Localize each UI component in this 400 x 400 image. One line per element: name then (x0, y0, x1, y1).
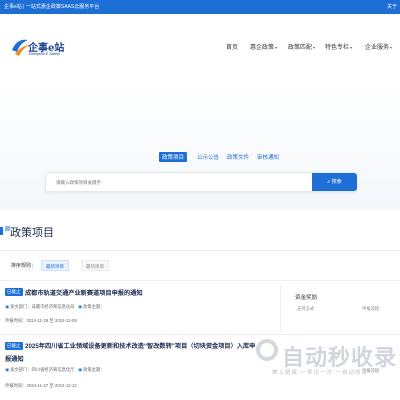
status-badge: 已截止 (5, 288, 23, 296)
search-icon: ⌕ (327, 179, 331, 185)
nav-enterprise-services[interactable]: 企业服务▾ (365, 42, 392, 51)
theme-meta: ▣政策主题： (78, 367, 105, 373)
about-link[interactable]: 关于 (387, 0, 397, 14)
tab-policy-documents[interactable]: 政策文件 (227, 153, 249, 161)
policy-title[interactable]: 2025年四川省工业领域设备更新和技术改造“智改数转”项目（切块资金项目）入库申 (25, 341, 255, 350)
policy-title-continued[interactable]: 报通知 (5, 354, 24, 363)
watermark: 自动秒收录 做上链接 一来访一次 一自动收录 (256, 335, 400, 385)
date-meta: 申报时间：2024-11-29 至 2024-12-09 (5, 318, 77, 324)
apply-process-link[interactable]: 申报流程 (362, 306, 379, 312)
nav-label: 首页 (226, 45, 239, 51)
sort-hottest-button[interactable]: 最热项目 (81, 260, 109, 271)
nav-policy-match[interactable]: 政策匹配▾ (288, 42, 315, 51)
meta-label: 申报时间： (5, 318, 27, 323)
meta-value: 成都市经济和信息化局 (31, 304, 75, 309)
chevron-down-icon: ▾ (390, 45, 393, 50)
nav-home[interactable]: 首页 (226, 42, 238, 51)
watermark-slogan: 做上链接 一来访一次 一自动收录 (272, 370, 369, 376)
meta-value: 四川省经济和信息化厅 (31, 367, 75, 372)
meta-label: 发文部门： (10, 304, 32, 309)
nav-label: 企业服务 (365, 45, 390, 51)
section-title: 政策项目 (10, 227, 54, 239)
tag-icon: ▣ (78, 304, 83, 309)
issuer-meta: ▣发文部门：成都市经济和信息化局 (5, 304, 75, 310)
nav-label: 特色专栏 (325, 45, 350, 51)
nav-special-columns[interactable]: 特色专栏▾ (325, 42, 352, 51)
main-nav: 首页 惠企政策▾ 政策匹配▾ 特色专栏▾ 企业服务▾ (0, 42, 400, 54)
card-divider (280, 284, 281, 332)
sort-latest-button[interactable]: 最新项目 (41, 260, 69, 271)
site-header: 企事e站 Enterprise E Station 首页 惠企政策▾ 政策匹配▾… (0, 14, 400, 80)
building-icon: ▣ (5, 367, 10, 372)
tag-icon: ▣ (78, 367, 83, 372)
status-badge: 已截止 (5, 342, 23, 350)
tab-review-notices[interactable]: 审核通知 (257, 153, 279, 161)
meta-label: 发文部门： (10, 367, 32, 372)
watermark-icon (256, 339, 278, 361)
meta-label: 政策主题： (83, 367, 105, 372)
date-meta: 申报时间：2024-11-27 至 2024-12-12 (5, 383, 77, 389)
search-bar: ⌕ 搜索 (45, 172, 357, 192)
sort-label: 排序规则： (11, 263, 37, 269)
tab-announcements[interactable]: 公示公告 (197, 153, 219, 161)
nav-label: 政策匹配 (288, 45, 313, 51)
nav-label: 惠企政策 (250, 45, 275, 51)
tab-policy-projects[interactable]: 政策项目 (159, 152, 188, 162)
search-input[interactable] (56, 178, 276, 187)
nav-policies[interactable]: 惠企政策▾ (250, 42, 277, 51)
building-icon: ▣ (5, 304, 10, 309)
meta-label: 政策主题： (83, 304, 105, 309)
theme-meta: ▣政策主题： (78, 304, 105, 310)
support-type-label: 支持方式 (297, 306, 315, 311)
chevron-down-icon: ▾ (275, 45, 278, 50)
support-type: 资金奖励 (295, 295, 318, 301)
chevron-down-icon: ▾ (313, 45, 316, 50)
search-button[interactable]: ⌕ 搜索 (312, 173, 357, 191)
row-divider (0, 280, 400, 281)
divider (0, 250, 400, 251)
issuer-meta: ▣发文部门：四川省经济和信息化厅 (5, 367, 75, 373)
top-bar: 企事e站 | 一站式惠企政策SAAS云服务平台 关于 (0, 0, 400, 14)
top-bar-slogan: 企事e站 | 一站式惠企政策SAAS云服务平台 (4, 4, 100, 10)
meta-value: 2024-11-29 至 2024-12-09 (26, 318, 77, 323)
meta-value: 2024-11-27 至 2024-12-12 (26, 383, 77, 388)
policy-card[interactable]: 已截止 成都市轨道交通产业新赛道项目申报的通知 ▣发文部门：成都市经济和信息化局… (0, 284, 400, 334)
heading-accent (0, 227, 3, 235)
chevron-down-icon: ▾ (350, 45, 353, 50)
meta-label: 申报时间： (5, 383, 27, 388)
search-button-label: 搜索 (331, 179, 342, 185)
policy-title[interactable]: 成都市轨道交通产业新赛道项目申报的通知 (25, 288, 143, 297)
